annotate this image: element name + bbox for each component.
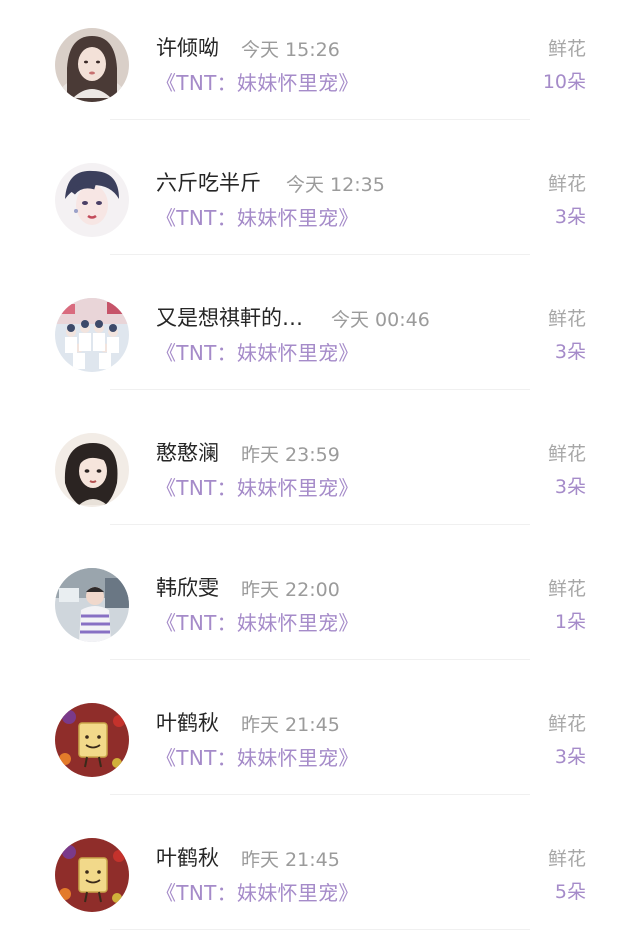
book-title-link[interactable]: 《TNT：妹妹怀里宠》 — [156, 607, 359, 636]
book-title-link[interactable]: 《TNT：妹妹怀里宠》 — [156, 877, 359, 906]
divider — [110, 119, 530, 120]
avatar[interactable] — [55, 28, 129, 102]
gift-count: 5朵 — [554, 881, 586, 903]
timestamp: 昨天 22:00 — [241, 579, 340, 601]
sender-name: 叶鹤秋 — [156, 846, 219, 870]
avatar[interactable] — [55, 433, 129, 507]
divider — [110, 929, 530, 930]
list-item[interactable]: 又是想祺軒的… 今天 00:46 《TNT：妹妹怀里宠》 鲜花 3朵 — [0, 270, 640, 405]
sender-name: 憨憨澜 — [156, 441, 219, 465]
divider — [110, 254, 530, 255]
gift-count: 1朵 — [554, 611, 586, 633]
gift-count: 3朵 — [554, 476, 586, 498]
list-item[interactable]: 韩欣雯 昨天 22:00 《TNT：妹妹怀里宠》 鲜花 1朵 — [0, 540, 640, 675]
sender-name: 叶鹤秋 — [156, 711, 219, 735]
cookie-cartoon-avatar — [55, 838, 129, 912]
list-item[interactable]: 叶鹤秋 昨天 21:45 《TNT：妹妹怀里宠》 鲜花 3朵 — [0, 675, 640, 810]
list-item[interactable]: 叶鹤秋 昨天 21:45 《TNT：妹妹怀里宠》 鲜花 5朵 — [0, 810, 640, 945]
avatar[interactable] — [55, 838, 129, 912]
gift-count: 3朵 — [554, 341, 586, 363]
sender-name: 许倾呦 — [156, 36, 219, 60]
book-title-link[interactable]: 《TNT：妹妹怀里宠》 — [156, 742, 359, 771]
gift-type-label: 鲜花 — [547, 173, 586, 195]
sender-name: 六斤吃半斤 — [156, 171, 261, 195]
timestamp: 昨天 21:45 — [241, 714, 340, 736]
timestamp: 昨天 23:59 — [241, 444, 340, 466]
cookie-cartoon-avatar — [55, 703, 129, 777]
book-title-link[interactable]: 《TNT：妹妹怀里宠》 — [156, 202, 359, 231]
divider — [110, 794, 530, 795]
timestamp: 今天 00:46 — [331, 309, 430, 331]
avatar[interactable] — [55, 298, 129, 372]
gift-type-label: 鲜花 — [547, 578, 586, 600]
gift-type-label: 鲜花 — [547, 713, 586, 735]
list-item[interactable]: 憨憨澜 昨天 23:59 《TNT：妹妹怀里宠》 鲜花 3朵 — [0, 405, 640, 540]
boy-photo-avatar — [55, 568, 129, 642]
avatar[interactable] — [55, 703, 129, 777]
book-title-link[interactable]: 《TNT：妹妹怀里宠》 — [156, 472, 359, 501]
sender-name: 又是想祺軒的… — [156, 306, 303, 330]
gift-type-label: 鲜花 — [547, 308, 586, 330]
girl-portrait-avatar — [55, 28, 129, 102]
gift-type-label: 鲜花 — [547, 848, 586, 870]
timestamp: 昨天 21:45 — [241, 849, 340, 871]
illustrated-girl-avatar — [55, 433, 129, 507]
gift-count: 3朵 — [554, 206, 586, 228]
divider — [110, 524, 530, 525]
timestamp: 今天 15:26 — [241, 39, 340, 61]
list-item[interactable]: 许倾呦 今天 15:26 《TNT：妹妹怀里宠》 鲜花 10朵 — [0, 0, 640, 135]
avatar[interactable] — [55, 568, 129, 642]
list-item[interactable]: 六斤吃半斤 今天 12:35 《TNT：妹妹怀里宠》 鲜花 3朵 — [0, 135, 640, 270]
divider — [110, 659, 530, 660]
timestamp: 今天 12:35 — [286, 174, 385, 196]
group-photo-avatar — [55, 298, 129, 372]
avatar[interactable] — [55, 163, 129, 237]
gift-type-label: 鲜花 — [547, 38, 586, 60]
gift-count: 3朵 — [554, 746, 586, 768]
sender-name: 韩欣雯 — [156, 576, 219, 600]
gift-count: 10朵 — [542, 71, 586, 93]
book-title-link[interactable]: 《TNT：妹妹怀里宠》 — [156, 337, 359, 366]
book-title-link[interactable]: 《TNT：妹妹怀里宠》 — [156, 67, 359, 96]
gift-type-label: 鲜花 — [547, 443, 586, 465]
anime-boy-avatar — [55, 163, 129, 237]
divider — [110, 389, 530, 390]
